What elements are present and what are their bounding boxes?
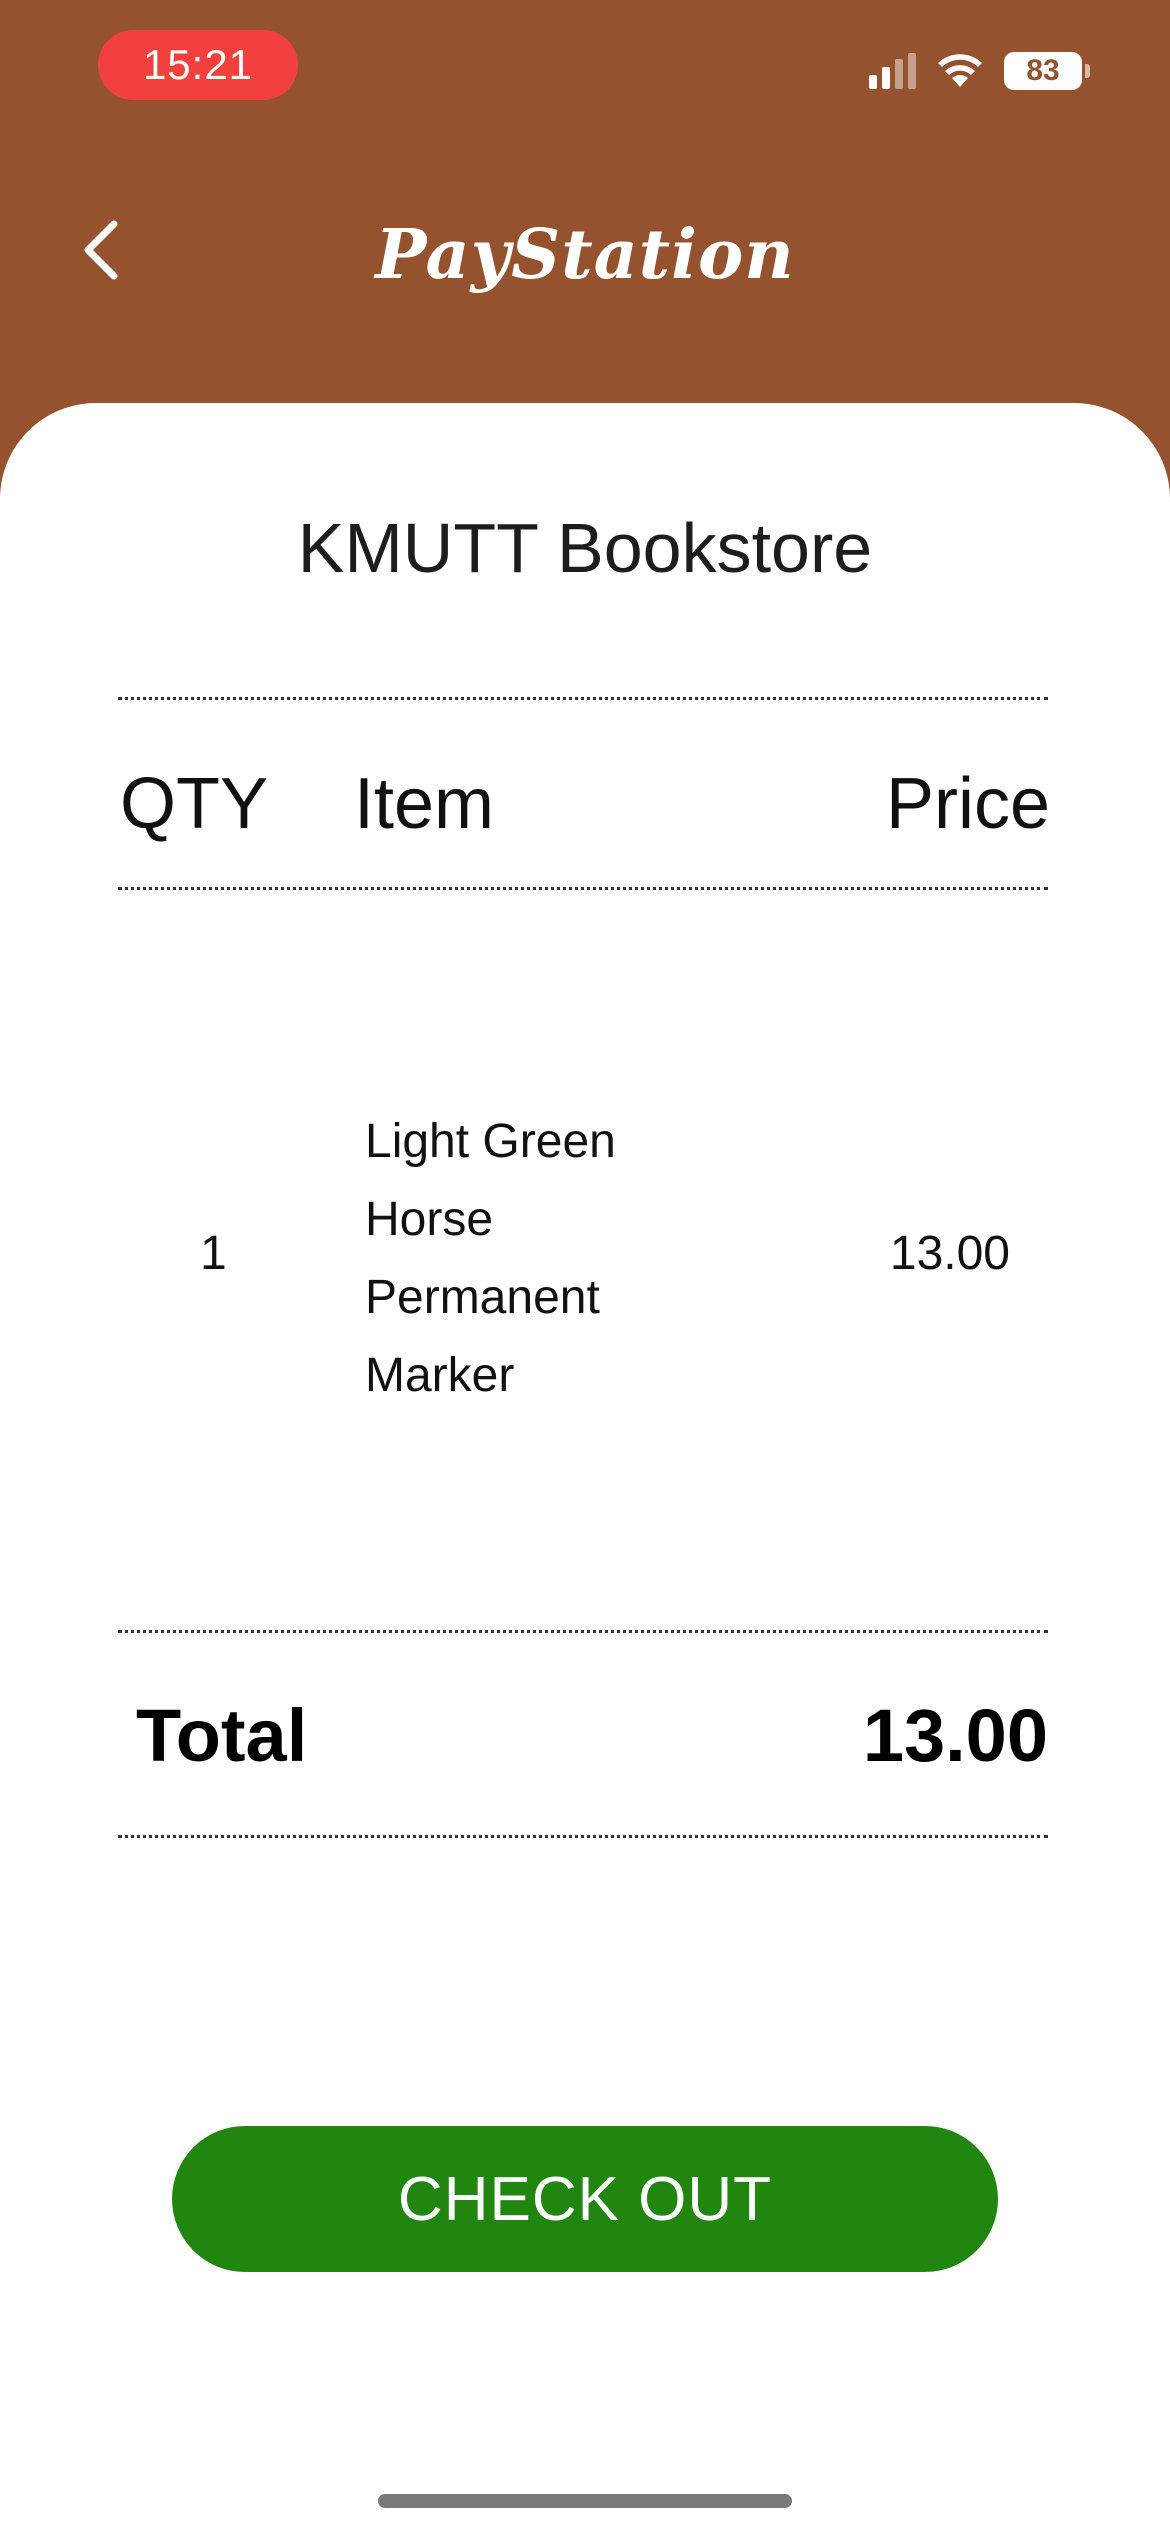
screen: 15:21 83 PayStation KMUTT Bookstore QTY … [0,0,1170,2532]
line-item-name-line: Permanent [365,1271,600,1324]
divider [118,1835,1048,1838]
column-header-qty: QTY [120,764,269,844]
column-header-price: Price [885,764,1050,844]
checkout-button[interactable]: CHECK OUT [172,2126,998,2272]
home-indicator[interactable] [378,2494,792,2508]
app-title: PayStation [375,215,795,295]
battery-level: 83 [1004,52,1082,90]
divider [118,887,1048,890]
signal-icon [869,53,916,89]
divider [118,1630,1048,1633]
receipt-card: KMUTT Bookstore QTY Item Price 1 Light G… [0,403,1170,2532]
line-item-name-line: Horse [365,1193,494,1246]
line-item-qty: 1 [200,1227,227,1280]
line-item-name-line: Marker [365,1349,515,1402]
line-item-price: 13.00 [889,1227,1010,1280]
status-icons: 83 [869,52,1090,90]
status-time: 15:21 [98,30,298,100]
total-value: 13.00 [862,1694,1048,1777]
divider [118,697,1048,700]
line-item-name: Light Green Horse Permanent Marker [365,1103,695,1415]
column-header-item: Item [354,764,495,844]
line-item-name-line: Light Green [365,1115,616,1168]
total-label: Total [136,1694,308,1777]
battery-icon: 83 [1004,52,1090,90]
store-name: KMUTT Bookstore [297,509,873,587]
wifi-icon [936,53,984,89]
